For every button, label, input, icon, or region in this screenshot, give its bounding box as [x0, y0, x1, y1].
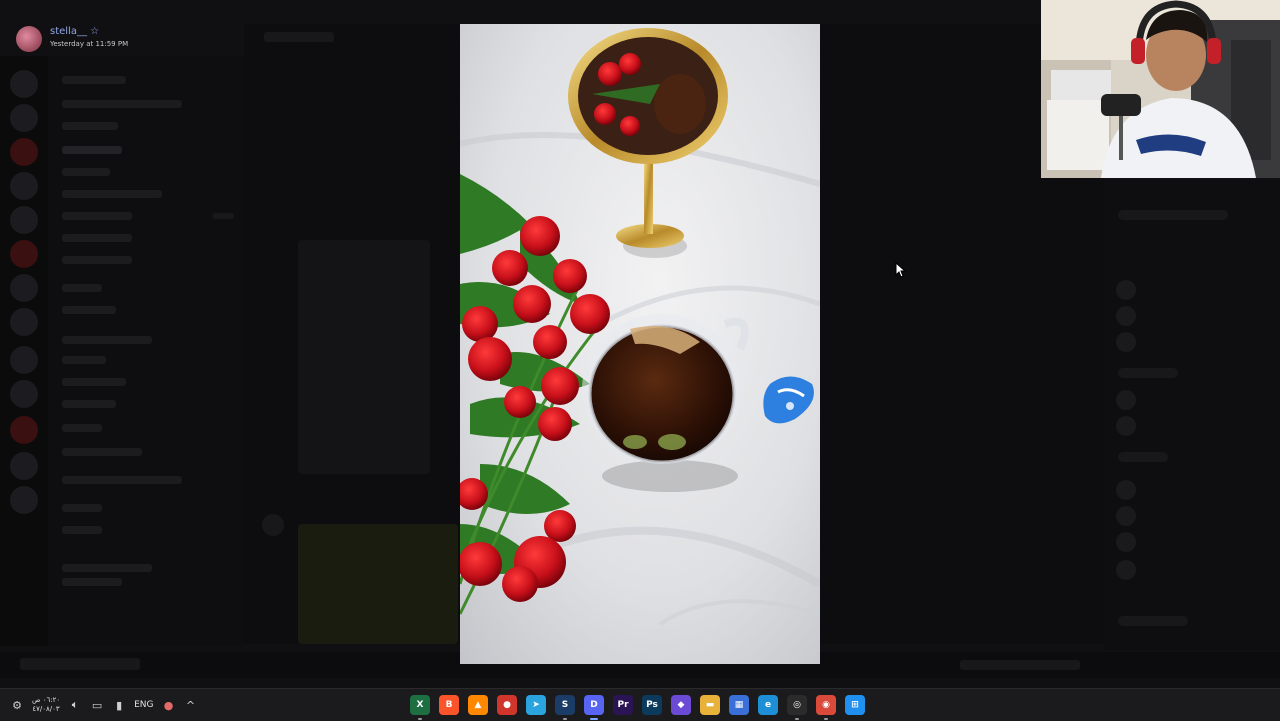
streamer-camera-feed	[1041, 0, 1280, 178]
chat-image-preview	[298, 524, 458, 644]
obs-icon[interactable]: ◎	[787, 695, 807, 720]
edge-icon[interactable]: e	[758, 695, 778, 715]
windows-start-icon[interactable]: ⊞	[845, 695, 865, 715]
vlc-icon[interactable]: ▲	[468, 695, 488, 715]
microphone-icon[interactable]: ●	[162, 698, 176, 712]
windows-taskbar: ⚙ ٠٦:٢٠ ص ٤٧/٠٨/٠٣ 🔈︎ ▭ ▮ ENG ● ^ X B ▲ ● ➤ S…	[0, 688, 1280, 721]
chat-image-preview	[298, 240, 430, 474]
file-explorer-icon[interactable]: ▬	[700, 695, 720, 715]
server-icon	[10, 346, 38, 374]
mouse-cursor-icon	[895, 262, 907, 278]
clock[interactable]: ٠٦:٢٠ ص ٤٧/٠٨/٠٣	[32, 696, 60, 714]
server-icon	[10, 240, 38, 268]
server-icon	[10, 308, 38, 336]
taskbar-apps: X B ▲ ● ➤ S D Pr Ps ◆ ▬ ▦ e ◎ ◉ ⊞	[410, 689, 865, 721]
author-name[interactable]: stella__	[50, 26, 87, 37]
server-icon	[10, 206, 38, 234]
image-viewer-author: stella__ ☆ Yesterday at 11:59 PM	[16, 24, 216, 54]
telegram-icon[interactable]: ➤	[526, 695, 546, 715]
discord-icon[interactable]: D	[584, 695, 604, 720]
photo-tea-roses-mirror	[460, 24, 820, 664]
server-icon	[10, 104, 38, 132]
clock-date: ٤٧/٠٨/٠٣	[32, 705, 60, 713]
expanded-image[interactable]	[460, 24, 820, 664]
excel-icon[interactable]: X	[410, 695, 430, 720]
channel-list-dimmed	[48, 56, 244, 646]
app-red-icon[interactable]: ●	[497, 695, 517, 715]
system-tray: ⚙ ٠٦:٢٠ ص ٤٧/٠٨/٠٣ 🔈︎ ▭ ▮ ENG ● ^	[10, 689, 198, 721]
server-icon	[10, 452, 38, 480]
member-list-dimmed	[1104, 180, 1280, 650]
server-icon	[10, 416, 38, 444]
app-purple-icon[interactable]: ◆	[671, 695, 691, 715]
server-icon	[10, 486, 38, 514]
server-icon	[10, 138, 38, 166]
battery-icon[interactable]: ▮	[112, 698, 126, 712]
star-icon: ☆	[90, 26, 100, 37]
post-timestamp: Yesterday at 11:59 PM	[50, 40, 129, 48]
webcam-overlay	[1041, 0, 1280, 178]
steam-icon[interactable]: S	[555, 695, 575, 720]
chrome-icon[interactable]: ◉	[816, 695, 836, 720]
clock-time: ٠٦:٢٠ ص	[32, 696, 61, 704]
server-icon	[10, 172, 38, 200]
input-language[interactable]: ENG	[134, 700, 153, 710]
server-icon	[10, 70, 38, 98]
server-list-dimmed	[0, 56, 48, 646]
server-icon	[10, 274, 38, 302]
volume-icon[interactable]: 🔈︎	[68, 698, 82, 712]
network-icon[interactable]: ▭	[90, 698, 104, 712]
author-avatar	[16, 26, 42, 52]
chevron-up-icon[interactable]: ^	[184, 698, 198, 712]
server-icon	[10, 380, 38, 408]
brave-icon[interactable]: B	[439, 695, 459, 715]
photoshop-icon[interactable]: Ps	[642, 695, 662, 715]
settings-gear-icon[interactable]: ⚙	[10, 698, 24, 712]
premiere-icon[interactable]: Pr	[613, 695, 633, 715]
ms-store-icon[interactable]: ▦	[729, 695, 749, 715]
